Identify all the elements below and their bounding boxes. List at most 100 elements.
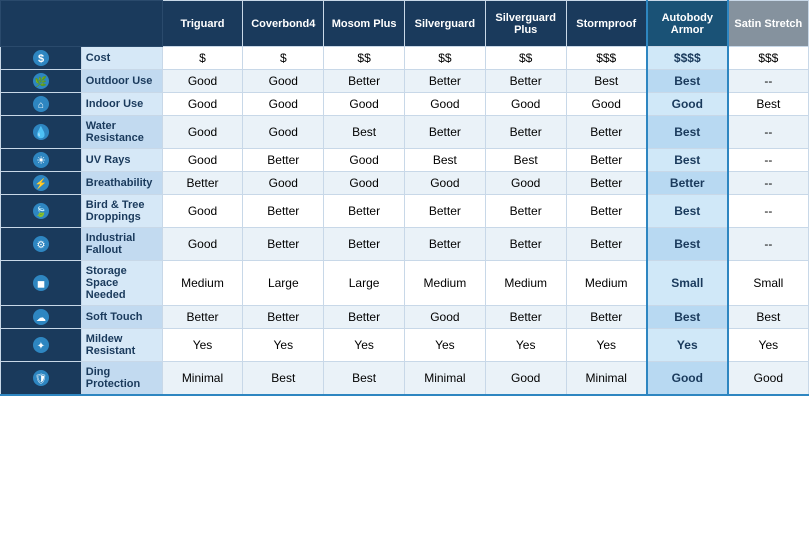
svg-text:🛡: 🛡	[35, 373, 48, 385]
svg-text:☁: ☁	[36, 313, 46, 324]
cell-storage-1: Large	[243, 261, 324, 306]
cell-breath-1: Good	[243, 172, 324, 195]
table-row: ☀UV RaysGoodBetterGoodBestBestBetterBest…	[1, 149, 809, 172]
row-label-uv: UV Rays	[81, 149, 162, 172]
cell-bird-6: Best	[647, 195, 728, 228]
cell-uv-2: Good	[324, 149, 405, 172]
cell-outdoor-5: Best	[566, 70, 647, 93]
cell-uv-1: Better	[243, 149, 324, 172]
table-row: ⚡BreathabilityBetterGoodGoodGoodGoodBett…	[1, 172, 809, 195]
col-header-label: Silverguard	[415, 18, 476, 30]
cell-bird-1: Better	[243, 195, 324, 228]
cell-soft-3: Good	[404, 306, 485, 329]
cell-bird-2: Better	[324, 195, 405, 228]
icon-cell-water: 💧	[1, 116, 82, 149]
row-label-storage: Storage Space Needed	[81, 261, 162, 306]
icon-cell-storage: ◼	[1, 261, 82, 306]
cell-mildew-0: Yes	[162, 329, 243, 362]
icon-cell-indoor: ⌂	[1, 93, 82, 116]
svg-text:🌿: 🌿	[35, 75, 47, 88]
cell-breath-4: Good	[485, 172, 566, 195]
cell-dollar-7: $$$	[728, 47, 809, 70]
svg-text:◼: ◼	[37, 279, 45, 290]
cell-mildew-2: Yes	[324, 329, 405, 362]
cell-ding-6: Good	[647, 362, 728, 396]
icon-cell-industrial: ⚙	[1, 228, 82, 261]
cell-industrial-4: Better	[485, 228, 566, 261]
cell-mildew-6: Yes	[647, 329, 728, 362]
col-header-4: Silverguard Plus	[485, 1, 566, 47]
cell-soft-0: Better	[162, 306, 243, 329]
empty-header	[1, 1, 163, 47]
cell-indoor-2: Good	[324, 93, 405, 116]
cell-soft-4: Better	[485, 306, 566, 329]
col-header-5: Stormproof	[566, 1, 647, 47]
cell-soft-2: Better	[324, 306, 405, 329]
cell-indoor-0: Good	[162, 93, 243, 116]
table-row: $Cost$$$$$$$$$$$$$$$$$$	[1, 47, 809, 70]
cell-storage-4: Medium	[485, 261, 566, 306]
cell-uv-6: Best	[647, 149, 728, 172]
cell-industrial-1: Better	[243, 228, 324, 261]
cell-uv-7: --	[728, 149, 809, 172]
cell-outdoor-3: Better	[404, 70, 485, 93]
comparison-table: TriguardCoverbond4Mosom PlusSilverguardS…	[0, 0, 809, 396]
col-header-label: Stormproof	[576, 18, 636, 30]
svg-text:💧: 💧	[34, 126, 48, 139]
cell-dollar-5: $$$	[566, 47, 647, 70]
svg-text:⚡: ⚡	[35, 177, 47, 190]
row-label-soft: Soft Touch	[81, 306, 162, 329]
row-label-bird: Bird & Tree Droppings	[81, 195, 162, 228]
cell-mildew-5: Yes	[566, 329, 647, 362]
cell-water-1: Good	[243, 116, 324, 149]
svg-text:✦: ✦	[37, 341, 45, 352]
cell-ding-5: Minimal	[566, 362, 647, 396]
row-label-breath: Breathability	[81, 172, 162, 195]
cell-uv-3: Best	[404, 149, 485, 172]
col-header-label: Satin Stretch	[734, 18, 802, 30]
cell-storage-6: Small	[647, 261, 728, 306]
cell-soft-7: Best	[728, 306, 809, 329]
cell-ding-7: Good	[728, 362, 809, 396]
cell-bird-5: Better	[566, 195, 647, 228]
cell-industrial-3: Better	[404, 228, 485, 261]
cell-water-3: Better	[404, 116, 485, 149]
icon-cell-outdoor: 🌿	[1, 70, 82, 93]
cell-outdoor-2: Better	[324, 70, 405, 93]
cell-breath-3: Good	[404, 172, 485, 195]
cell-ding-2: Best	[324, 362, 405, 396]
icon-cell-uv: ☀	[1, 149, 82, 172]
row-label-dollar: Cost	[81, 47, 162, 70]
cell-breath-6: Better	[647, 172, 728, 195]
cell-ding-3: Minimal	[404, 362, 485, 396]
cell-dollar-0: $	[162, 47, 243, 70]
cell-mildew-1: Yes	[243, 329, 324, 362]
icon-cell-mildew: ✦	[1, 329, 82, 362]
cell-dollar-4: $$	[485, 47, 566, 70]
cell-bird-3: Better	[404, 195, 485, 228]
cell-soft-5: Better	[566, 306, 647, 329]
cell-water-5: Better	[566, 116, 647, 149]
cell-uv-4: Best	[485, 149, 566, 172]
table-row: ⌂Indoor UseGoodGoodGoodGoodGoodGoodGoodB…	[1, 93, 809, 116]
col-header-label: Coverbond4	[251, 18, 315, 30]
cell-outdoor-1: Good	[243, 70, 324, 93]
cell-bird-4: Better	[485, 195, 566, 228]
col-header-label: Silverguard Plus	[495, 12, 556, 36]
cell-uv-5: Better	[566, 149, 647, 172]
cell-industrial-6: Best	[647, 228, 728, 261]
cell-dollar-6: $$$$	[647, 47, 728, 70]
table-row: 🛡Ding ProtectionMinimalBestBestMinimalGo…	[1, 362, 809, 396]
col-header-2: Mosom Plus	[324, 1, 405, 47]
table-row: ◼Storage Space NeededMediumLargeLargeMed…	[1, 261, 809, 306]
cell-indoor-3: Good	[404, 93, 485, 116]
cell-indoor-7: Best	[728, 93, 809, 116]
cell-soft-1: Better	[243, 306, 324, 329]
cell-outdoor-0: Good	[162, 70, 243, 93]
cell-indoor-6: Good	[647, 93, 728, 116]
col-header-1: Coverbond4	[243, 1, 324, 47]
cell-breath-7: --	[728, 172, 809, 195]
cell-industrial-7: --	[728, 228, 809, 261]
cell-outdoor-4: Better	[485, 70, 566, 93]
table-row: ☁Soft TouchBetterBetterBetterGoodBetterB…	[1, 306, 809, 329]
